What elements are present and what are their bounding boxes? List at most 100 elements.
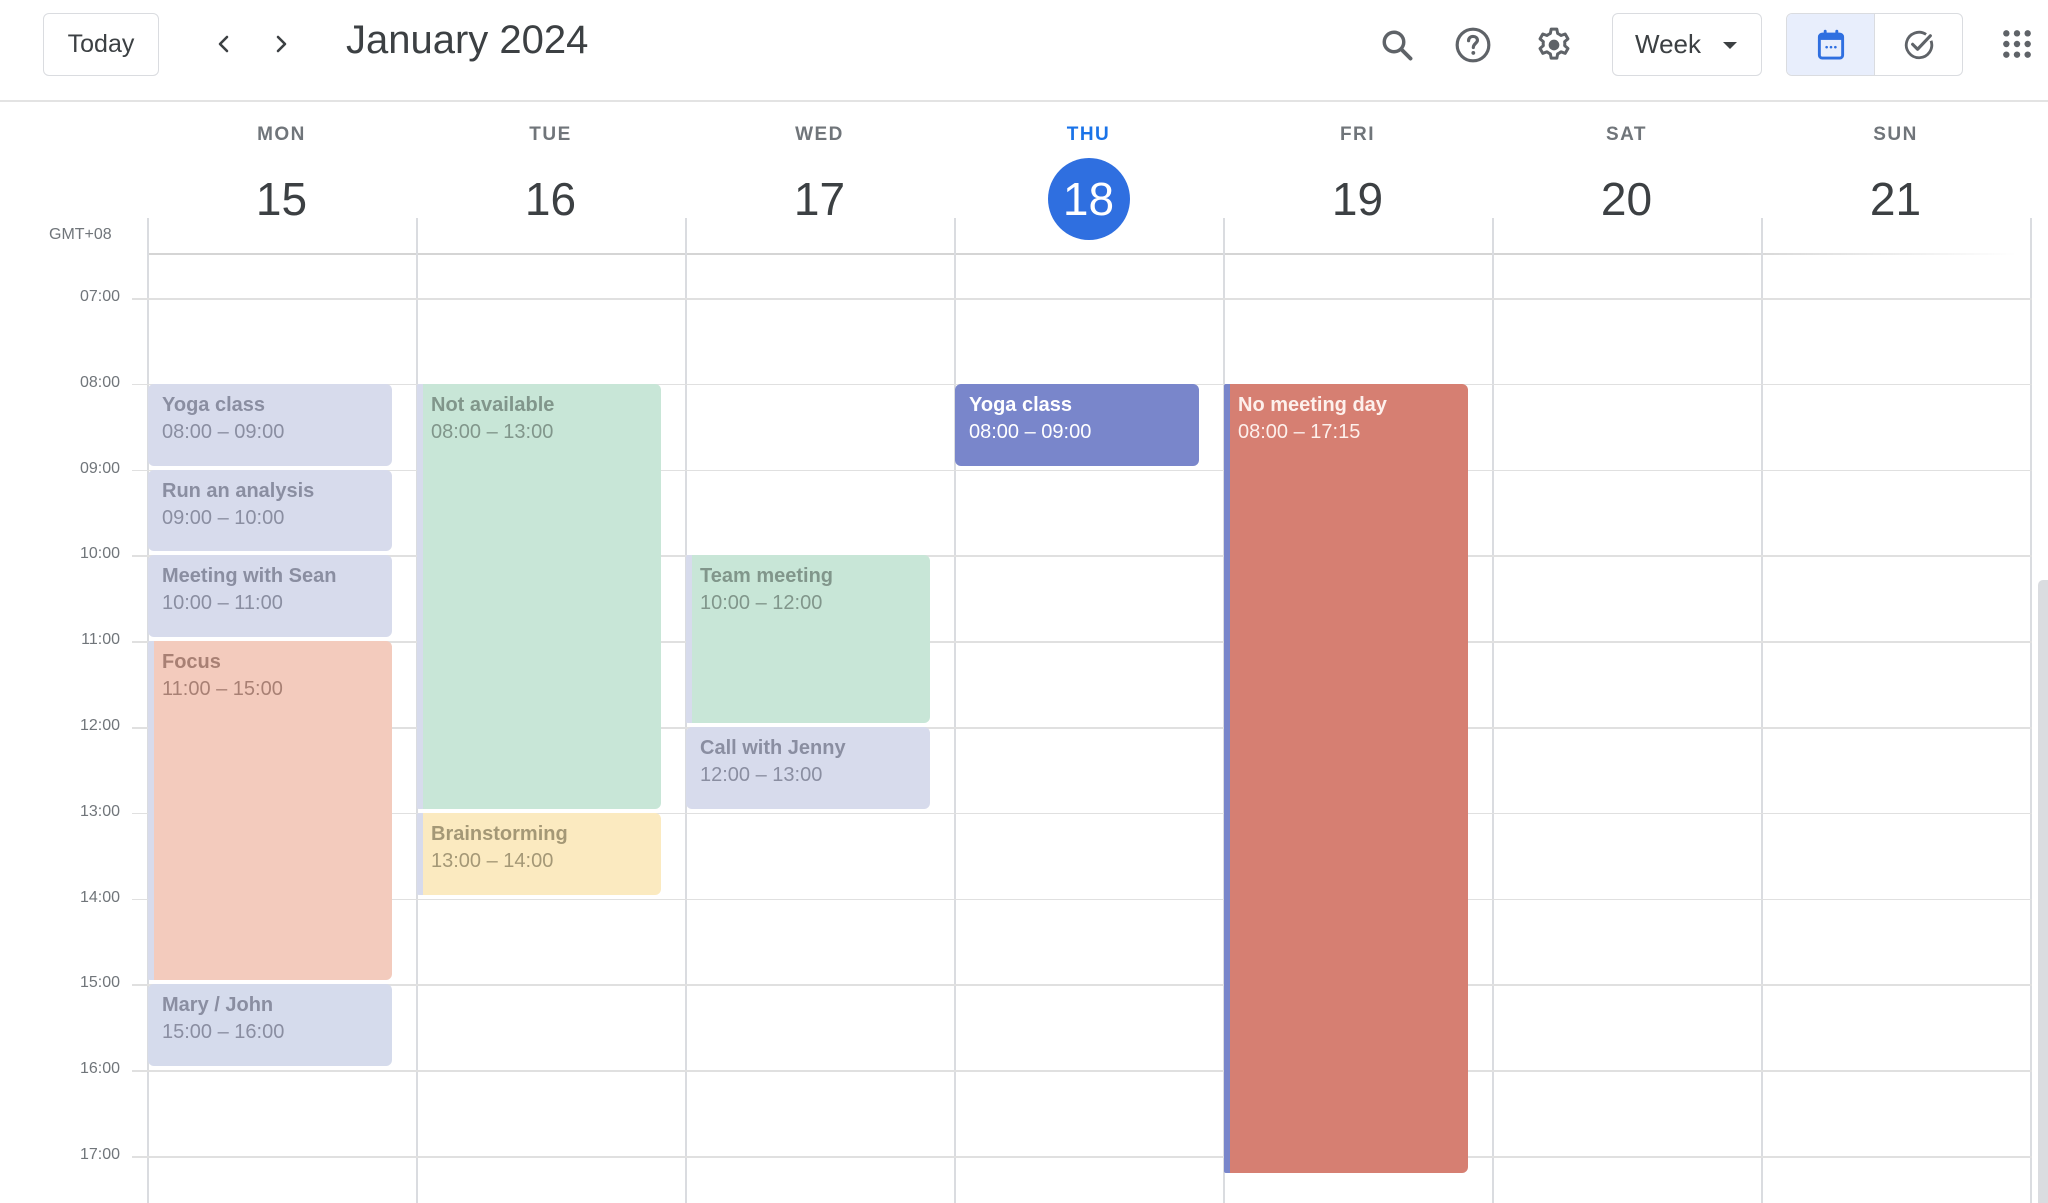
event-time: 10:00 – 11:00 <box>162 592 283 615</box>
event-time: 08:00 – 09:00 <box>969 420 1092 443</box>
event-title: Yoga class <box>162 393 266 416</box>
hour-gridline <box>132 898 2032 901</box>
event-title: Not available <box>431 393 555 416</box>
calendar-event[interactable]: Run an analysis 09:00 – 10:00 <box>148 469 392 552</box>
hour-label: 17:00 <box>79 1146 120 1163</box>
day-of-week-label: SAT <box>1605 124 1648 145</box>
day-of-week-label: SUN <box>1873 124 1918 145</box>
today-date-number[interactable]: 18 <box>1047 158 1130 240</box>
date-number[interactable]: 17 <box>779 158 861 240</box>
event-title: Run an analysis <box>162 479 315 502</box>
event-time: 11:00 – 15:00 <box>162 678 283 701</box>
apps-grid-icon <box>2003 30 2031 58</box>
day-header-wed[interactable]: WED 17 <box>685 120 954 240</box>
event-time: 08:00 – 09:00 <box>162 420 285 443</box>
date-number[interactable]: 21 <box>1855 158 1937 240</box>
event-title: Focus <box>162 651 221 674</box>
day-of-week-label: TUE <box>529 124 572 145</box>
hour-label: 11:00 <box>81 631 120 649</box>
calendar-event[interactable]: Meeting with Sean 10:00 – 11:00 <box>148 555 392 638</box>
hour-gridline <box>132 1070 2032 1072</box>
day-header-sat[interactable]: SAT 20 <box>1492 120 1761 240</box>
event-title: Team meeting <box>700 565 833 588</box>
chevron-right-icon <box>276 35 287 53</box>
event-title: Brainstorming <box>431 822 568 845</box>
day-header-thu[interactable]: THU 18 <box>954 120 1223 240</box>
calendar-event[interactable]: Yoga class 08:00 – 09:00 <box>955 383 1199 466</box>
day-of-week-label: FRI <box>1339 124 1376 145</box>
event-title: Yoga class <box>969 393 1073 416</box>
hour-label: 10:00 <box>79 545 120 563</box>
date-number[interactable]: 16 <box>510 158 592 240</box>
calendar-event[interactable]: Call with Jenny 12:00 – 13:00 <box>686 727 930 809</box>
date-number[interactable]: 15 <box>241 158 323 240</box>
calendar-event[interactable]: Mary / John 15:00 – 16:00 <box>148 984 392 1067</box>
calendar-icon <box>1817 29 1844 60</box>
calendar-event[interactable]: Not available 08:00 – 13:00 <box>417 383 661 809</box>
hour-label: 09:00 <box>79 459 120 477</box>
hour-label: 12:00 <box>79 717 120 734</box>
day-column-divider <box>1761 218 1763 1203</box>
event-title: Mary / John <box>162 994 274 1017</box>
vertical-scrollbar[interactable] <box>2038 580 2048 1203</box>
day-column-divider <box>954 218 956 1203</box>
chevron-left-icon <box>218 35 229 53</box>
day-header-tue[interactable]: TUE 16 <box>416 120 685 240</box>
calendar-event[interactable]: Focus 11:00 – 15:00 <box>148 641 392 981</box>
event-time: 12:00 – 13:00 <box>700 764 823 786</box>
view-toggle <box>1786 13 1963 76</box>
event-time: 09:00 – 10:00 <box>162 506 285 529</box>
day-header-sun[interactable]: SUN 21 <box>1761 120 2030 240</box>
next-week-button[interactable] <box>259 22 303 66</box>
event-time: 08:00 – 13:00 <box>431 420 554 443</box>
event-time: 15:00 – 16:00 <box>162 1021 285 1044</box>
day-column-divider <box>2030 218 2032 1203</box>
calendar-event[interactable]: Yoga class 08:00 – 09:00 <box>148 383 392 466</box>
event-title: Meeting with Sean <box>162 565 337 588</box>
today-button[interactable]: Today <box>43 13 159 76</box>
settings-button[interactable] <box>1529 20 1579 70</box>
event-title: No meeting day <box>1238 393 1387 416</box>
view-select-value: Week <box>1635 29 1701 59</box>
event-time: 13:00 – 14:00 <box>431 849 554 872</box>
tasks-view-button[interactable] <box>1875 14 1962 75</box>
hour-gridline <box>132 298 2032 300</box>
top-toolbar: Today January 2024 Week <box>0 0 2048 102</box>
day-of-week-label: THU <box>1066 124 1111 145</box>
search-button[interactable] <box>1372 20 1422 70</box>
day-column-divider <box>1492 218 1494 1203</box>
view-select-dropdown[interactable]: Week <box>1612 13 1762 76</box>
help-button[interactable] <box>1448 20 1498 70</box>
gear-icon <box>1538 27 1570 60</box>
calendar-event[interactable]: Team meeting 10:00 – 12:00 <box>686 555 930 723</box>
calendar-event[interactable]: No meeting day 08:00 – 17:15 <box>1224 383 1468 1174</box>
search-icon <box>1382 30 1413 61</box>
day-header-fri[interactable]: FRI 19 <box>1223 120 1492 240</box>
hour-label: 07:00 <box>79 288 120 305</box>
hour-label: 16:00 <box>79 1060 120 1078</box>
date-number[interactable]: 19 <box>1317 158 1399 240</box>
event-title: Call with Jenny <box>700 737 846 759</box>
hour-label: 15:00 <box>79 974 120 992</box>
timezone-label: GMT+08 <box>49 226 112 243</box>
day-header-mon[interactable]: MON 15 <box>147 120 416 240</box>
hour-label: 08:00 <box>79 373 120 391</box>
calendar-event[interactable]: Brainstorming 13:00 – 14:00 <box>417 812 661 895</box>
header-divider <box>147 253 2017 255</box>
calendar-view-button[interactable] <box>1787 14 1875 75</box>
apps-button[interactable] <box>1995 22 2039 66</box>
event-time: 08:00 – 17:15 <box>1238 420 1361 443</box>
previous-week-button[interactable] <box>202 22 246 66</box>
help-icon <box>1455 27 1491 63</box>
day-of-week-label: MON <box>257 124 306 145</box>
hour-gridline <box>132 1156 2032 1158</box>
hour-gridline <box>132 984 2032 986</box>
check-circle-icon <box>1904 30 1933 59</box>
hour-label: 14:00 <box>79 888 120 906</box>
dropdown-caret-icon <box>1723 42 1737 49</box>
current-month-title: January 2024 <box>346 18 589 62</box>
date-number[interactable]: 20 <box>1586 158 1668 240</box>
day-of-week-label: WED <box>795 124 844 145</box>
hour-label: 13:00 <box>79 802 120 820</box>
event-time: 10:00 – 12:00 <box>700 592 823 615</box>
